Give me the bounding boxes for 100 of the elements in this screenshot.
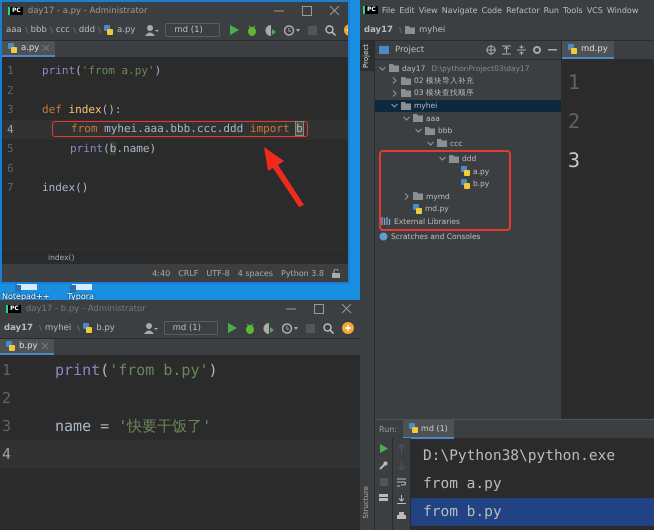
code-line: def index(): <box>42 102 122 117</box>
status-item[interactable]: CRLF <box>178 268 198 278</box>
status-item[interactable]: 4:40 <box>152 268 170 278</box>
line-number: 1 <box>6 64 15 78</box>
menu-item[interactable]: File <box>382 6 396 14</box>
line-number: 1 <box>568 68 582 96</box>
python-file-icon <box>8 43 17 53</box>
breadcrumb-item[interactable]: ddd <box>78 25 96 35</box>
crosshair-icon[interactable] <box>486 45 496 55</box>
folder-icon <box>413 192 423 200</box>
code-line: print('from b.py') <box>55 361 218 379</box>
chevron-down-icon[interactable] <box>379 64 386 72</box>
file-tab[interactable]: md.py <box>562 41 614 59</box>
bug-icon[interactable] <box>246 24 257 36</box>
status-item[interactable]: UTF-8 <box>206 268 230 278</box>
python-file-icon <box>6 341 15 351</box>
code-line: index() <box>42 180 88 195</box>
python-file-icon <box>413 204 422 214</box>
scroll-to-end-icon[interactable] <box>397 495 406 504</box>
tab-label: md.py <box>581 44 608 54</box>
console-output-line: D:\Python38\python.exe <box>423 447 616 466</box>
menu-item[interactable]: Refactor <box>506 6 540 14</box>
bug-icon[interactable] <box>245 322 255 334</box>
search-icon[interactable] <box>323 322 334 334</box>
file-tab[interactable]: a.py <box>2 41 56 57</box>
run-configuration-dropdown[interactable]: md (1) <box>165 23 220 37</box>
desktop-icon-label[interactable]: Notepad++ <box>2 292 50 301</box>
breadcrumb-item[interactable]: day17 <box>4 323 33 333</box>
file-tab[interactable]: b.py <box>0 339 54 355</box>
menu-item[interactable]: Edit <box>399 6 415 14</box>
settings-icon[interactable] <box>532 45 542 55</box>
code-line: name = '快要干饭了' <box>55 416 212 436</box>
lock-icon[interactable] <box>332 268 340 278</box>
window-controls-icon[interactable] <box>284 304 354 314</box>
line-number: 2 <box>6 84 15 97</box>
collapse-all-icon[interactable] <box>517 45 526 55</box>
chevron-right-icon[interactable] <box>403 192 410 200</box>
minimize-icon[interactable] <box>548 49 557 51</box>
window-title: day17 - a.py - Administrator <box>28 6 148 16</box>
run-tab[interactable]: md (1) <box>403 419 454 439</box>
run-label: Run: <box>379 424 398 434</box>
folder-icon <box>404 26 415 34</box>
breadcrumb-item[interactable]: bbb <box>30 25 47 35</box>
line-number: 2 <box>568 108 582 134</box>
layout-icon[interactable] <box>379 494 388 501</box>
run-icon[interactable] <box>380 444 388 453</box>
menu-item[interactable]: Navigate <box>442 6 478 14</box>
status-item[interactable]: Python 3.8 <box>281 268 324 278</box>
window-icon <box>379 46 389 54</box>
coverage-icon[interactable] <box>264 24 276 36</box>
coverage-icon[interactable] <box>263 322 274 334</box>
user-icon[interactable] <box>145 24 160 36</box>
run-icon[interactable] <box>228 323 237 333</box>
python-file-icon <box>104 25 114 35</box>
breadcrumb-item[interactable]: b.py <box>96 323 115 333</box>
console-output-line: from a.py <box>423 475 503 494</box>
project-view-dropdown[interactable]: Project <box>395 45 434 55</box>
breadcrumb-item[interactable]: aaa <box>6 25 22 35</box>
line-number: 3 <box>1 417 12 435</box>
menu-item[interactable]: View <box>418 6 438 14</box>
line-number: 2 <box>1 389 12 407</box>
line-number: 3 <box>6 103 15 116</box>
tab-label: md (1) <box>421 424 448 432</box>
breadcrumb-item[interactable]: ccc <box>56 25 70 35</box>
line-number: 6 <box>6 162 15 175</box>
menu-item[interactable]: Window <box>606 6 638 14</box>
breadcrumb-item[interactable]: a.py <box>117 25 136 35</box>
breadcrumb-item[interactable]: myhei <box>44 323 72 333</box>
run-icon[interactable] <box>230 25 239 35</box>
print-icon[interactable] <box>397 512 406 520</box>
tab-label: b.py <box>19 341 38 351</box>
scratches-icon <box>379 232 388 242</box>
menu-item[interactable]: Run <box>544 6 559 14</box>
chevron-down-icon[interactable] <box>439 155 446 162</box>
menu-item[interactable]: Tools <box>562 6 583 14</box>
profiler-icon[interactable] <box>282 322 298 334</box>
line-number: 4 <box>1 445 12 463</box>
soft-wrap-icon[interactable] <box>397 478 406 487</box>
window-controls-icon[interactable] <box>272 6 342 16</box>
line-number: 3 <box>568 146 582 174</box>
breadcrumb-item[interactable]: day17 <box>364 25 393 35</box>
code-line: print('from a.py') <box>42 64 162 78</box>
status-item[interactable]: 4 spaces <box>238 268 273 278</box>
breadcrumb-item[interactable]: myhei <box>418 25 446 35</box>
wrench-icon[interactable] <box>379 461 388 470</box>
expand-all-icon[interactable] <box>502 45 511 55</box>
run-configuration-dropdown[interactable]: md (1) <box>164 321 218 335</box>
python-file-icon <box>83 323 92 333</box>
menu-item[interactable]: Code <box>482 6 502 14</box>
update-icon[interactable] <box>342 322 354 334</box>
tab-label: a.py <box>21 43 40 53</box>
search-icon[interactable] <box>324 24 336 36</box>
profiler-icon[interactable] <box>284 24 300 36</box>
desktop-icon-label[interactable]: Typora <box>67 292 94 301</box>
python-file-icon <box>568 44 577 54</box>
line-number: 1 <box>1 361 12 379</box>
user-icon[interactable] <box>144 322 158 334</box>
code-line: print(b.name) <box>70 142 156 156</box>
menu-item[interactable]: VCS <box>586 6 603 14</box>
line-number: 4 <box>6 122 15 136</box>
